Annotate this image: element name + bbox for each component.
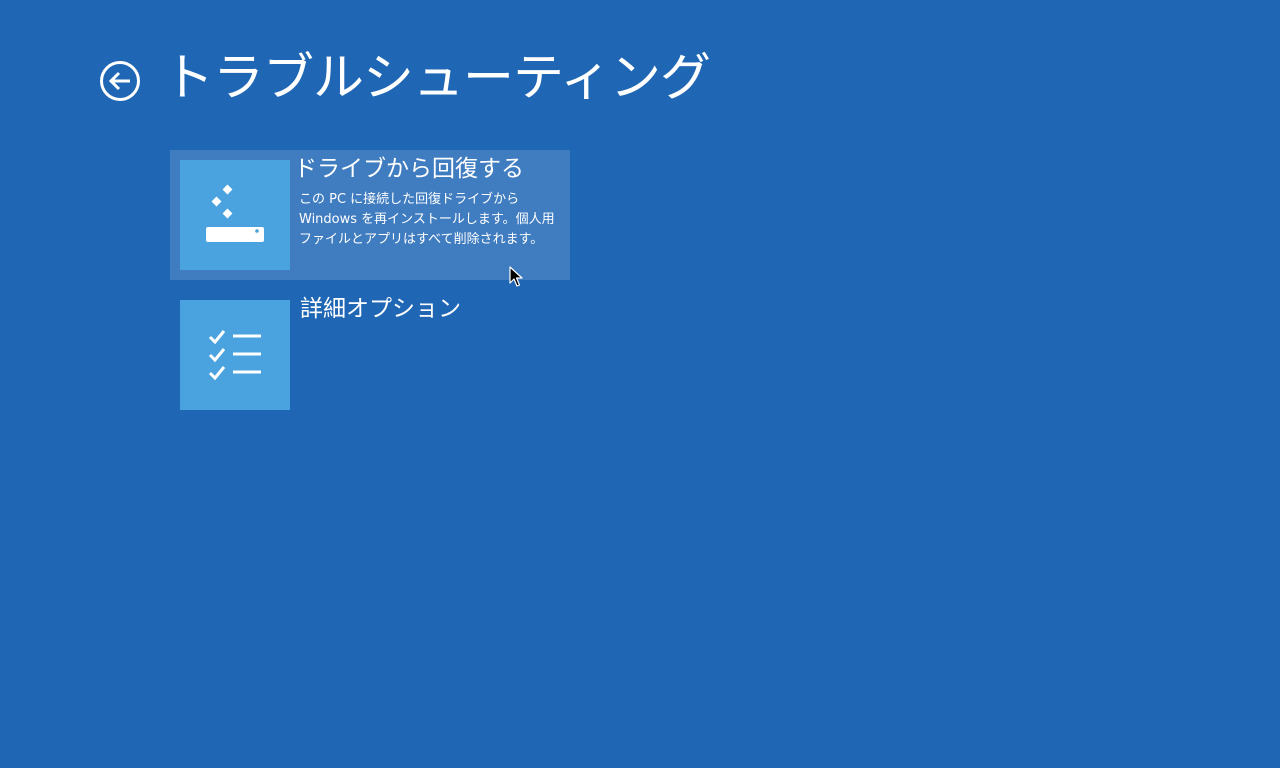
back-button[interactable] — [99, 60, 141, 102]
option-title: 詳細オプション — [300, 296, 461, 322]
checklist-icon — [208, 330, 261, 381]
description-line: ファイルとアプリはすべて削除されます。 — [299, 232, 544, 247]
option-description: この PC に接続した回復ドライブから Windows を再インストールします。… — [299, 190, 564, 250]
description-line: この PC に接続した回復ドライブから — [299, 192, 520, 207]
recovery-drive-icon — [206, 184, 264, 242]
option-recover-from-drive[interactable]: ドライブから回復する この PC に接続した回復ドライブから Windows を… — [170, 150, 570, 280]
option-advanced-options[interactable]: 詳細オプション — [170, 290, 570, 420]
option-title: ドライブから回復する — [294, 156, 524, 182]
option-tile — [180, 300, 290, 410]
back-arrow-circle-icon — [100, 61, 140, 101]
option-tile — [180, 160, 290, 270]
page-title: トラブルシューティング — [163, 49, 711, 108]
description-line: Windows を再インストールします。個人用 — [299, 212, 555, 227]
